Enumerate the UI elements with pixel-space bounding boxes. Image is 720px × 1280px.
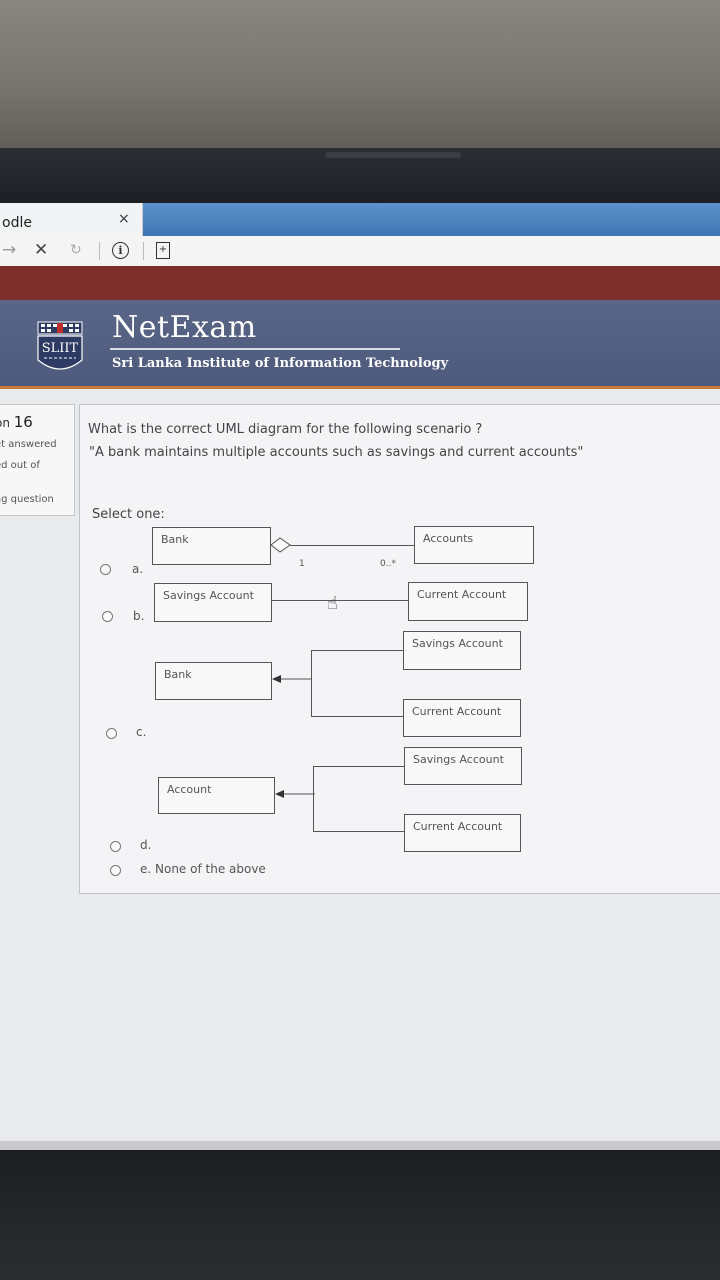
logo-text: SLIIT	[42, 341, 79, 356]
question-number: on 16	[0, 413, 33, 431]
option-e-label: e. None of the above	[140, 862, 266, 876]
background-wall	[0, 0, 720, 152]
aggregation-diamond-icon	[270, 537, 291, 553]
inheritance-arrow-icon	[275, 790, 315, 798]
uml-class-accounts: Accounts	[414, 526, 534, 564]
question-box	[79, 404, 720, 894]
option-c-label: c.	[136, 725, 147, 739]
option-d-radio[interactable]	[110, 841, 121, 852]
association-line	[272, 600, 408, 601]
association-line	[290, 545, 414, 546]
horizontal-scrollbar[interactable]	[0, 1141, 720, 1150]
select-one-label: Select one:	[92, 507, 165, 522]
uml-class-savings-account: Savings Account	[403, 631, 521, 670]
inheritance-arrow-icon	[272, 675, 312, 683]
site-subtitle: Sri Lanka Institute of Information Techn…	[112, 356, 449, 371]
option-d-label: d.	[140, 838, 152, 852]
uml-class-account: Account	[158, 777, 275, 814]
laptop-bezel-bottom	[0, 1150, 720, 1280]
hand-cursor-icon: ☝	[327, 593, 338, 614]
page-icon[interactable]: +	[156, 242, 170, 259]
tab-title: odle	[2, 215, 32, 231]
inheritance-branch	[313, 831, 404, 832]
reload-icon[interactable]: ↻	[70, 242, 82, 258]
stop-icon[interactable]: ✕	[34, 240, 48, 260]
nav-separator	[99, 242, 100, 260]
site-top-band	[0, 266, 720, 300]
option-a-radio[interactable]	[100, 564, 111, 575]
tab-close-icon[interactable]: ×	[118, 211, 130, 227]
nav-bar: → ✕ ↻ i +	[0, 236, 720, 267]
browser-tab[interactable]: odle ×	[0, 203, 143, 236]
multiplicity-right: 0..*	[380, 559, 396, 569]
inheritance-trunk	[313, 766, 314, 831]
inheritance-trunk	[311, 650, 312, 716]
info-icon[interactable]: i	[112, 242, 129, 259]
uml-class-savings-account: Savings Account	[154, 583, 272, 622]
option-c-radio[interactable]	[106, 728, 117, 739]
nav-separator	[143, 242, 144, 260]
uml-class-savings-account: Savings Account	[404, 747, 522, 785]
question-status: et answered	[0, 439, 57, 450]
option-b-label: b.	[133, 609, 145, 623]
flag-question-link[interactable]: ag question	[0, 494, 54, 505]
option-a-label: a.	[132, 562, 144, 576]
back-arrow-icon[interactable]: →	[2, 240, 16, 260]
tab-bar: odle ×	[0, 203, 720, 236]
question-info-box: on 16 et answered ed out of ag question	[0, 404, 75, 516]
uml-class-current-account: Current Account	[408, 582, 528, 621]
brand-title: NetExam	[112, 310, 257, 345]
option-b-radio[interactable]	[102, 611, 113, 622]
multiplicity-left: 1	[299, 559, 305, 569]
inheritance-branch	[311, 716, 403, 717]
uml-class-current-account: Current Account	[404, 814, 521, 852]
uml-class-bank: Bank	[152, 527, 271, 565]
screen: odle × → ✕ ↻ i + SLIIT NetExam Sri Lanka…	[0, 203, 720, 1150]
option-e-radio[interactable]	[110, 865, 121, 876]
uml-class-current-account: Current Account	[403, 699, 521, 737]
inheritance-branch	[313, 766, 404, 767]
webcam-strip	[325, 152, 461, 158]
question-marks: ed out of	[0, 460, 40, 471]
sliit-logo-icon: SLIIT	[37, 321, 83, 370]
tab-strip-empty	[143, 203, 720, 236]
question-text: What is the correct UML diagram for the …	[88, 422, 483, 437]
uml-class-bank: Bank	[155, 662, 272, 700]
inheritance-branch	[311, 650, 403, 651]
site-header: SLIIT NetExam Sri Lanka Institute of Inf…	[0, 300, 720, 389]
question-scenario: "A bank maintains multiple accounts such…	[89, 445, 584, 460]
brand-divider	[110, 348, 400, 350]
